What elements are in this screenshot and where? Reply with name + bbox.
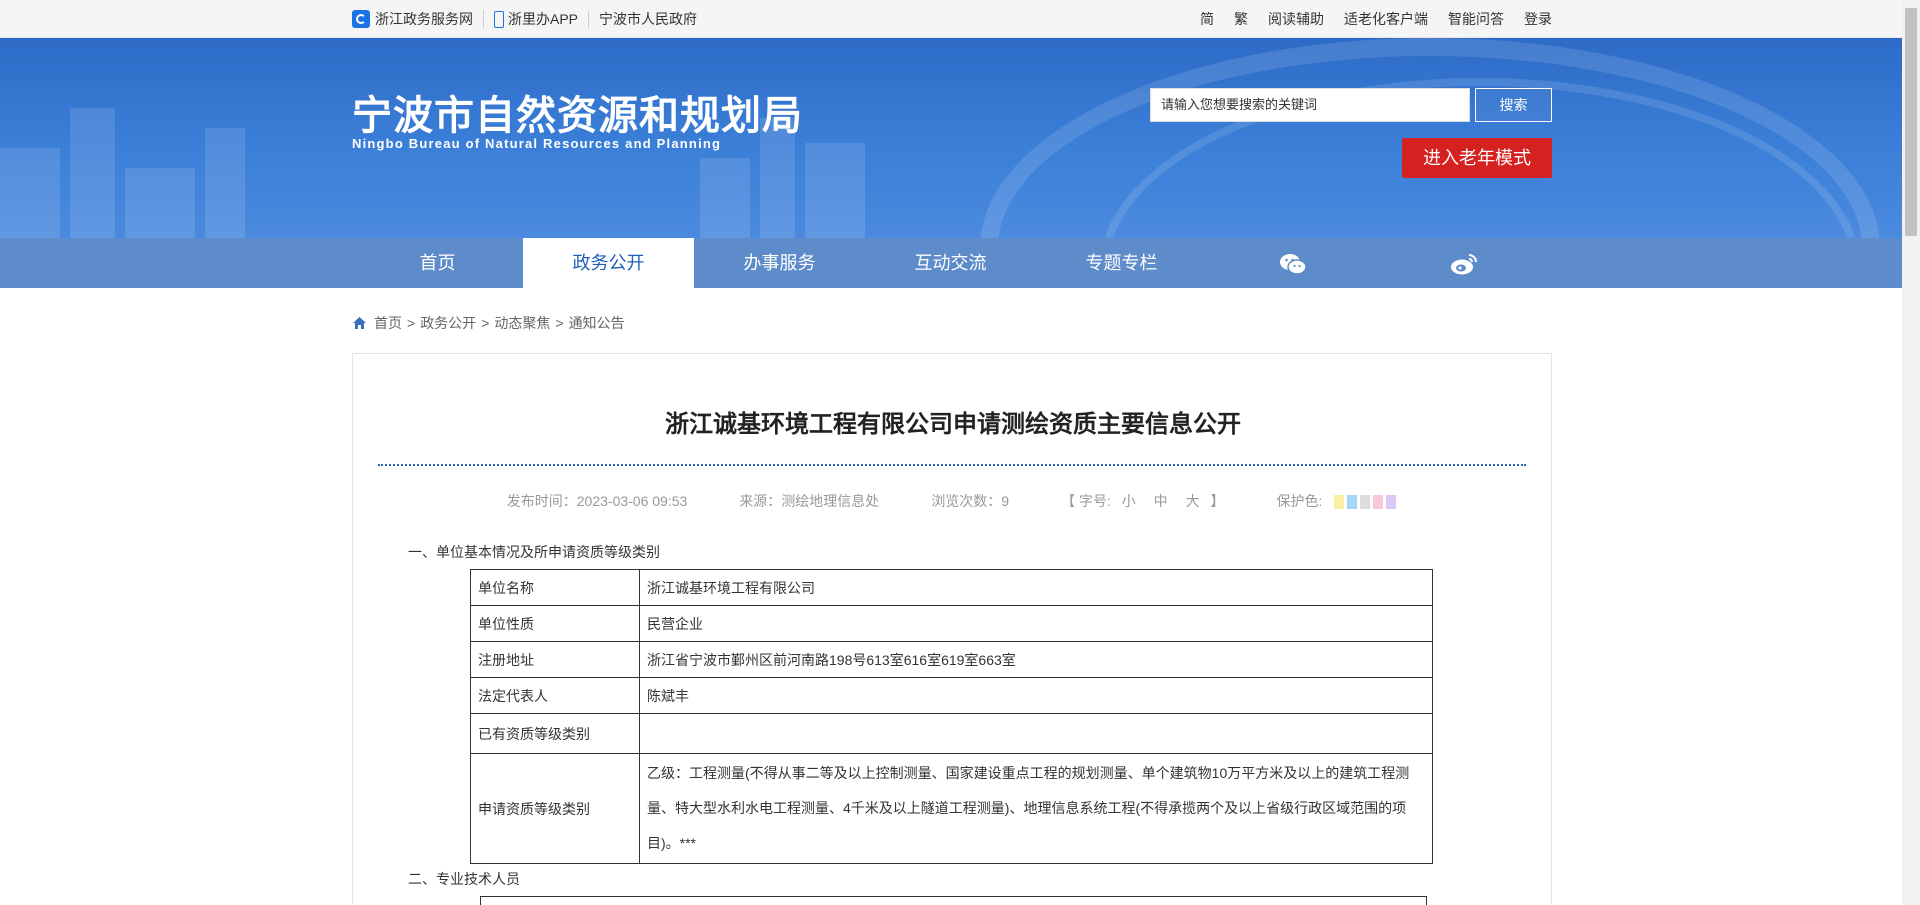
table-row: 单位名称 浙江诚基环境工程有限公司 [470, 569, 1433, 606]
table-key: 单位性质 [470, 605, 640, 642]
main-nav: 首页 政务公开 办事服务 互动交流 专题专栏 [0, 238, 1902, 288]
skyline-decoration [205, 128, 245, 238]
table-row: 注册地址 浙江省宁波市鄞州区前河南路198号613室616室619室663室 [470, 641, 1433, 678]
table-key: 法定代表人 [470, 677, 640, 714]
nav-home[interactable]: 首页 [352, 238, 523, 288]
nav-services[interactable]: 办事服务 [694, 238, 865, 288]
table-value: 民营企业 [639, 605, 1433, 642]
scrollbar[interactable] [1902, 0, 1920, 905]
table-value: 陈斌丰 [639, 677, 1433, 714]
table-row: 单位性质 民营企业 [470, 605, 1433, 642]
table-key: 申请资质等级类别 [470, 753, 640, 864]
traditional-chinese-link[interactable]: 繁 [1234, 9, 1248, 29]
view-count: 浏览次数：9 [931, 493, 1010, 509]
breadcrumb-separator: > [481, 315, 490, 331]
breadcrumb-notices[interactable]: 通知公告 [569, 313, 625, 333]
skyline-decoration [125, 168, 195, 238]
protect-color-controls: 保护色: [1276, 491, 1399, 511]
breadcrumb-news-focus[interactable]: 动态聚焦 [494, 313, 550, 333]
table-key: 注册地址 [470, 641, 640, 678]
section-heading-1: 一、单位基本情况及所申请资质等级类别 [408, 544, 660, 560]
table-value: 浙江省宁波市鄞州区前河南路198号613室616室619室663室 [639, 641, 1433, 678]
font-size-small[interactable]: 小 [1122, 493, 1136, 509]
article-title: 浙江诚基环境工程有限公司申请测绘资质主要信息公开 [665, 411, 1241, 438]
search-button[interactable]: 搜索 [1475, 88, 1552, 122]
phone-icon [494, 10, 504, 28]
zjzwfw-logo-icon [352, 10, 370, 28]
company-info-table: 单位名称 浙江诚基环境工程有限公司 单位性质 民营企业 注册地址 浙江省宁波市鄞… [470, 569, 1433, 864]
top-links-left: 浙江政务服务网 浙里办APP 宁波市人民政府 [352, 10, 707, 28]
font-size-controls: 【 字号: 小 中 大 】 [1061, 493, 1225, 509]
table-value [639, 713, 1433, 754]
font-size-medium[interactable]: 中 [1154, 493, 1168, 509]
title-divider [378, 464, 1526, 466]
skyline-decoration [700, 158, 750, 238]
home-icon [353, 317, 366, 329]
zjzwfw-link[interactable]: 浙江政务服务网 [352, 10, 484, 28]
publish-time: 发布时间：2023-03-06 09:53 [506, 493, 688, 509]
breadcrumb-home[interactable]: 首页 [374, 313, 402, 333]
font-size-large[interactable]: 大 [1186, 493, 1200, 509]
ningbo-gov-link[interactable]: 宁波市人民政府 [589, 11, 707, 27]
site-subtitle: Ningbo Bureau of Natural Resources and P… [352, 136, 722, 151]
smart-qa-link[interactable]: 智能问答 [1448, 9, 1504, 29]
table-key: 单位名称 [470, 569, 640, 606]
nav-government-affairs[interactable]: 政务公开 [523, 238, 694, 288]
article-meta: 发布时间：2023-03-06 09:53 来源：测绘地理信息处 浏览次数：9 … [353, 491, 1553, 511]
elderly-client-link[interactable]: 适老化客户端 [1344, 9, 1428, 29]
top-bar: 浙江政务服务网 浙里办APP 宁波市人民政府 简 繁 阅读辅助 适老化客户端 智… [0, 0, 1902, 38]
table-row: 已有资质等级类别 [470, 713, 1433, 754]
nav-interaction[interactable]: 互动交流 [865, 238, 1036, 288]
breadcrumb-separator: > [407, 315, 416, 331]
table-value: 乙级：工程测量(不得从事二等及以上控制测量、国家建设重点工程的规划测量、单个建筑… [639, 753, 1433, 864]
simplified-chinese-link[interactable]: 简 [1200, 9, 1214, 29]
section-heading-2: 二、专业技术人员 [408, 871, 520, 887]
breadcrumb: 首页 > 政务公开 > 动态聚焦 > 通知公告 [352, 313, 625, 333]
skyline-decoration [0, 148, 60, 238]
table-key: 已有资质等级类别 [470, 713, 640, 754]
reading-aid-link[interactable]: 阅读辅助 [1268, 9, 1324, 29]
table-value: 浙江诚基环境工程有限公司 [639, 569, 1433, 606]
site-title: 宁波市自然资源和规划局 [352, 93, 803, 139]
login-link[interactable]: 登录 [1524, 9, 1552, 29]
weibo-icon[interactable] [1378, 238, 1549, 288]
breadcrumb-separator: > [555, 315, 564, 331]
breadcrumb-gov-affairs[interactable]: 政务公开 [420, 313, 476, 333]
search-input[interactable]: 请输入您想要搜索的关键词 [1150, 88, 1470, 122]
protect-color-blue[interactable] [1347, 495, 1358, 510]
top-links-right: 简 繁 阅读辅助 适老化客户端 智能问答 登录 [1180, 9, 1552, 29]
protect-color-gray[interactable] [1360, 495, 1371, 510]
header-banner: 宁波市自然资源和规划局 Ningbo Bureau of Natural Res… [0, 38, 1902, 238]
wechat-icon[interactable] [1207, 238, 1378, 288]
zlb-app-link[interactable]: 浙里办APP [484, 10, 590, 28]
table-row: 法定代表人 陈斌丰 [470, 677, 1433, 714]
protect-color-yellow[interactable] [1334, 495, 1345, 510]
elder-mode-button[interactable]: 进入老年模式 [1402, 138, 1552, 178]
personnel-table [480, 896, 1427, 905]
article-source: 来源：测绘地理信息处 [739, 493, 880, 509]
scrollbar-thumb[interactable] [1905, 8, 1917, 236]
article-container: 浙江诚基环境工程有限公司申请测绘资质主要信息公开 发布时间：2023-03-06… [352, 353, 1552, 905]
protect-color-pink[interactable] [1373, 495, 1384, 510]
table-row: 申请资质等级类别 乙级：工程测量(不得从事二等及以上控制测量、国家建设重点工程的… [470, 753, 1433, 864]
protect-color-purple[interactable] [1386, 495, 1397, 510]
nav-special-topics[interactable]: 专题专栏 [1036, 238, 1207, 288]
skyline-decoration [70, 108, 115, 238]
skyline-decoration [805, 143, 865, 238]
